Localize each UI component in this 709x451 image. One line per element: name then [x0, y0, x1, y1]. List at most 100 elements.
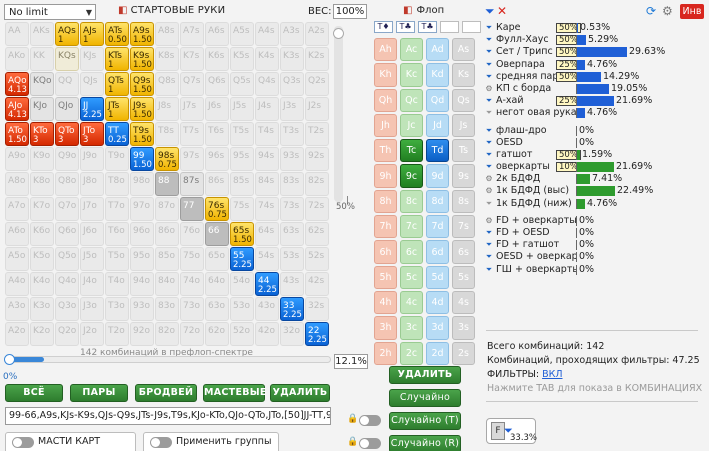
- hand-cell-K6s[interactable]: K6s: [205, 47, 229, 71]
- hand-cell-99[interactable]: 99 1.50: [130, 147, 154, 171]
- delete-range-button[interactable]: УДАЛИТЬ: [270, 384, 330, 402]
- flop-card-3s[interactable]: 3s: [452, 316, 475, 340]
- hand-cell-95s[interactable]: 95s: [230, 147, 254, 171]
- flop-card-4d[interactable]: 4d: [426, 290, 449, 315]
- hand-cell-43s[interactable]: 43s: [280, 272, 304, 296]
- hand-cell-T3o[interactable]: T3o: [105, 297, 129, 321]
- hand-cell-J6o[interactable]: J6o: [80, 222, 104, 246]
- hand-cell-A2o[interactable]: A2o: [5, 322, 29, 346]
- hand-cell-92o[interactable]: 92o: [130, 322, 154, 346]
- stat-row[interactable]: ⏷ ГШ + оверкарты 0%: [483, 264, 703, 276]
- hand-cell-J9s[interactable]: J9s 1.50: [130, 97, 154, 121]
- hand-cell-85s[interactable]: 85s: [230, 172, 254, 196]
- hand-cell-AQo[interactable]: AQo 4.13: [5, 72, 29, 96]
- hand-cell-97s[interactable]: 97s: [180, 147, 204, 171]
- suit-filter-empty-1[interactable]: [440, 21, 459, 33]
- filter-icon[interactable]: ⏷: [483, 71, 495, 83]
- hand-cell-A6o[interactable]: A6o: [5, 222, 29, 246]
- hand-cell-Q5s[interactable]: Q5s: [230, 72, 254, 96]
- hand-cell-KK[interactable]: KK: [30, 47, 54, 71]
- hand-cell-93o[interactable]: 93o: [130, 297, 154, 321]
- hand-cell-KJs[interactable]: KJs: [80, 47, 104, 71]
- gear-icon[interactable]: ⚙: [483, 185, 495, 197]
- hand-cell-AJs[interactable]: AJs 1: [80, 22, 104, 46]
- gear-icon[interactable]: ⚙: [483, 173, 495, 185]
- hand-cell-J2o[interactable]: J2o: [80, 322, 104, 346]
- hand-cell-ATo[interactable]: ATo 1.50: [5, 122, 29, 146]
- hand-cell-95o[interactable]: 95o: [130, 247, 154, 271]
- hand-cell-62s[interactable]: 62s: [305, 222, 329, 246]
- flop-card-8s[interactable]: 8s: [452, 189, 475, 214]
- hand-cell-J2s[interactable]: J2s: [305, 97, 329, 121]
- hand-cell-QJs[interactable]: QJs: [80, 72, 104, 96]
- suit-filter-empty-2[interactable]: [462, 21, 481, 33]
- flop-card-3h[interactable]: 3h: [374, 316, 397, 340]
- hand-cell-Q7s[interactable]: Q7s: [180, 72, 204, 96]
- hand-cell-74s[interactable]: 74s: [255, 197, 279, 221]
- flop-card-8h[interactable]: 8h: [374, 189, 397, 214]
- hand-cell-Q3s[interactable]: Q3s: [280, 72, 304, 96]
- flop-card-3c[interactable]: 3c: [400, 316, 423, 340]
- hand-cell-A4s[interactable]: A4s: [255, 22, 279, 46]
- hand-cell-94o[interactable]: 94o: [130, 272, 154, 296]
- hand-cell-63o[interactable]: 63o: [205, 297, 229, 321]
- hand-cell-22[interactable]: 22 2.25: [305, 322, 329, 346]
- hand-cell-98s[interactable]: 98s 0.75: [155, 147, 179, 171]
- hand-cell-K5o[interactable]: K5o: [30, 247, 54, 271]
- hand-cell-J8s[interactable]: J8s: [155, 97, 179, 121]
- hand-cell-QQ[interactable]: QQ: [55, 72, 79, 96]
- hand-cell-T4o[interactable]: T4o: [105, 272, 129, 296]
- filter-icon[interactable]: ⏷: [483, 149, 495, 161]
- flop-card-Qd[interactable]: Qd: [426, 88, 449, 112]
- hand-cell-K6o[interactable]: K6o: [30, 222, 54, 246]
- flop-card-8c[interactable]: 8c: [400, 189, 423, 214]
- hand-cell-85o[interactable]: 85o: [155, 247, 179, 271]
- flop-card-9h[interactable]: 9h: [374, 164, 397, 188]
- filter-icon[interactable]: ⏷: [483, 95, 495, 107]
- hand-cell-QJo[interactable]: QJo: [55, 97, 79, 121]
- hand-cell-83o[interactable]: 83o: [155, 297, 179, 321]
- suit-filter-diamond[interactable]: T♦: [374, 21, 393, 33]
- hand-cell-T9s[interactable]: T9s 1.50: [130, 122, 154, 146]
- filter-icon[interactable]: ⏷: [483, 107, 495, 119]
- flop-card-Td[interactable]: Td: [426, 139, 449, 163]
- flop-card-7d[interactable]: 7d: [426, 215, 449, 239]
- flop-card-2d[interactable]: 2d: [426, 341, 449, 365]
- refresh-icon[interactable]: ⟳: [646, 4, 656, 18]
- hand-cell-K3s[interactable]: K3s: [280, 47, 304, 71]
- flop-card-7c[interactable]: 7c: [400, 215, 423, 239]
- flop-card-As[interactable]: As: [452, 38, 475, 62]
- hand-cell-ATs[interactable]: ATs 0.50: [105, 22, 129, 46]
- flop-card-8d[interactable]: 8d: [426, 189, 449, 214]
- range-text-input[interactable]: 99-66,A9s,KJs-K9s,QJs-Q9s,JTs-J9s,T9s,KJ…: [5, 407, 331, 425]
- flop-card-4c[interactable]: 4c: [400, 290, 423, 315]
- flop-card-Tc[interactable]: Tc: [400, 139, 423, 163]
- hand-cell-K9s[interactable]: K9s 1.50: [130, 47, 154, 71]
- hand-cell-A3s[interactable]: A3s: [280, 22, 304, 46]
- flop-card-4h[interactable]: 4h: [374, 290, 397, 315]
- hand-cell-Q6o[interactable]: Q6o: [55, 222, 79, 246]
- hand-cell-AJo[interactable]: AJo 4.13: [5, 97, 29, 121]
- stat-row[interactable]: ⚙ FD + оверкарты 0%: [483, 215, 703, 227]
- hand-cell-T2s[interactable]: T2s: [305, 122, 329, 146]
- range-slider-knob[interactable]: [4, 354, 15, 365]
- hand-cell-92s[interactable]: 92s: [305, 147, 329, 171]
- hand-cell-76o[interactable]: 76o: [180, 222, 204, 246]
- suit-filter-club-2[interactable]: T♣: [418, 21, 437, 33]
- all-button[interactable]: ВСЁ: [5, 384, 63, 402]
- weight-input[interactable]: 100%: [333, 4, 367, 19]
- hand-cell-A6s[interactable]: A6s: [205, 22, 229, 46]
- hand-cell-74o[interactable]: 74o: [180, 272, 204, 296]
- range-slider[interactable]: [4, 354, 331, 365]
- hand-cell-54s[interactable]: 54s: [255, 247, 279, 271]
- stat-row[interactable]: ⚙ КП с борда 19.05%: [483, 83, 703, 95]
- stat-row[interactable]: ⏷ FD + гатшот 0%: [483, 239, 703, 251]
- hand-cell-AQs[interactable]: AQs 1: [55, 22, 79, 46]
- filter-icon[interactable]: ⏷: [483, 46, 495, 58]
- flop-card-6d[interactable]: 6d: [426, 240, 449, 264]
- hand-cell-33[interactable]: 33 2.25: [280, 297, 304, 321]
- flop-card-Jd[interactable]: Jd: [426, 113, 449, 138]
- random-river-button[interactable]: Случайно (R): [389, 435, 461, 451]
- hand-cell-52s[interactable]: 52s: [305, 247, 329, 271]
- filter-icon[interactable]: ⏷: [483, 227, 495, 239]
